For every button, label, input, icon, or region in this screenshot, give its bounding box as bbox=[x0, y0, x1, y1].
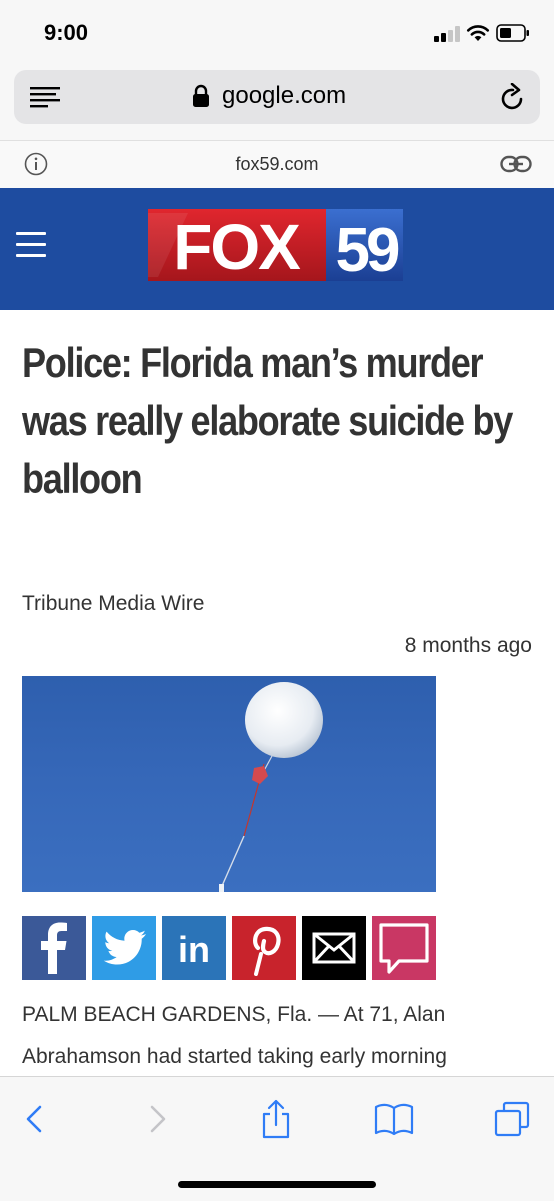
pinterest-icon bbox=[253, 926, 281, 976]
share-buttons: in bbox=[22, 916, 436, 980]
linkedin-share-button[interactable]: in bbox=[162, 916, 226, 980]
forward-icon[interactable] bbox=[136, 1099, 176, 1139]
email-share-button[interactable] bbox=[302, 916, 366, 980]
reader-view-icon[interactable] bbox=[30, 86, 60, 108]
battery-icon bbox=[496, 24, 529, 42]
email-icon bbox=[312, 932, 356, 964]
status-bar: 9:00 bbox=[0, 0, 554, 62]
article-headline: Police: Florida man’s murder was really … bbox=[22, 339, 513, 502]
home-indicator[interactable] bbox=[178, 1181, 376, 1188]
back-icon[interactable] bbox=[16, 1099, 56, 1139]
url-text: google.com bbox=[222, 82, 347, 109]
url-field[interactable]: google.com bbox=[14, 70, 540, 124]
cellular-signal-icon bbox=[434, 26, 462, 42]
svg-text:in: in bbox=[178, 929, 210, 970]
share-icon[interactable] bbox=[256, 1099, 296, 1139]
article-hero-image[interactable] bbox=[22, 676, 436, 892]
facebook-icon bbox=[41, 922, 67, 974]
comment-share-button[interactable] bbox=[372, 916, 436, 980]
link-icon[interactable] bbox=[500, 153, 532, 175]
article-body-line: PALM BEACH GARDENS, Fla. — At 71, Alan bbox=[22, 1003, 446, 1026]
browser-address-bar: google.com bbox=[0, 62, 554, 140]
status-time: 9:00 bbox=[44, 20, 89, 45]
article-body-line: Abrahamson had started taking early morn… bbox=[22, 1045, 447, 1068]
article-byline: Tribune Media Wire bbox=[22, 592, 205, 615]
comment-icon bbox=[379, 923, 429, 974]
amp-source-domain[interactable]: fox59.com bbox=[0, 154, 554, 175]
facebook-share-button[interactable] bbox=[22, 916, 86, 980]
tabs-icon[interactable] bbox=[492, 1099, 532, 1139]
amp-info-bar: fox59.com bbox=[0, 140, 554, 189]
twitter-icon bbox=[103, 930, 146, 965]
pinterest-share-button[interactable] bbox=[232, 916, 296, 980]
svg-text:FOX: FOX bbox=[173, 211, 301, 281]
linkedin-icon: in bbox=[178, 929, 210, 970]
bookmarks-icon[interactable] bbox=[374, 1099, 414, 1139]
article-timestamp: 8 months ago bbox=[404, 634, 532, 657]
wifi-icon bbox=[466, 25, 490, 41]
svg-text:59: 59 bbox=[336, 216, 399, 281]
site-header: FOX 59 bbox=[0, 188, 554, 310]
reload-icon[interactable] bbox=[500, 83, 526, 111]
balloon-illustration bbox=[219, 682, 323, 892]
article-body: PALM BEACH GARDENS, Fla. — At 71, Alan A… bbox=[22, 994, 532, 1078]
twitter-share-button[interactable] bbox=[92, 916, 156, 980]
lock-icon bbox=[193, 84, 209, 107]
fox59-logo[interactable]: FOX 59 bbox=[148, 209, 403, 281]
menu-icon[interactable] bbox=[16, 232, 46, 262]
